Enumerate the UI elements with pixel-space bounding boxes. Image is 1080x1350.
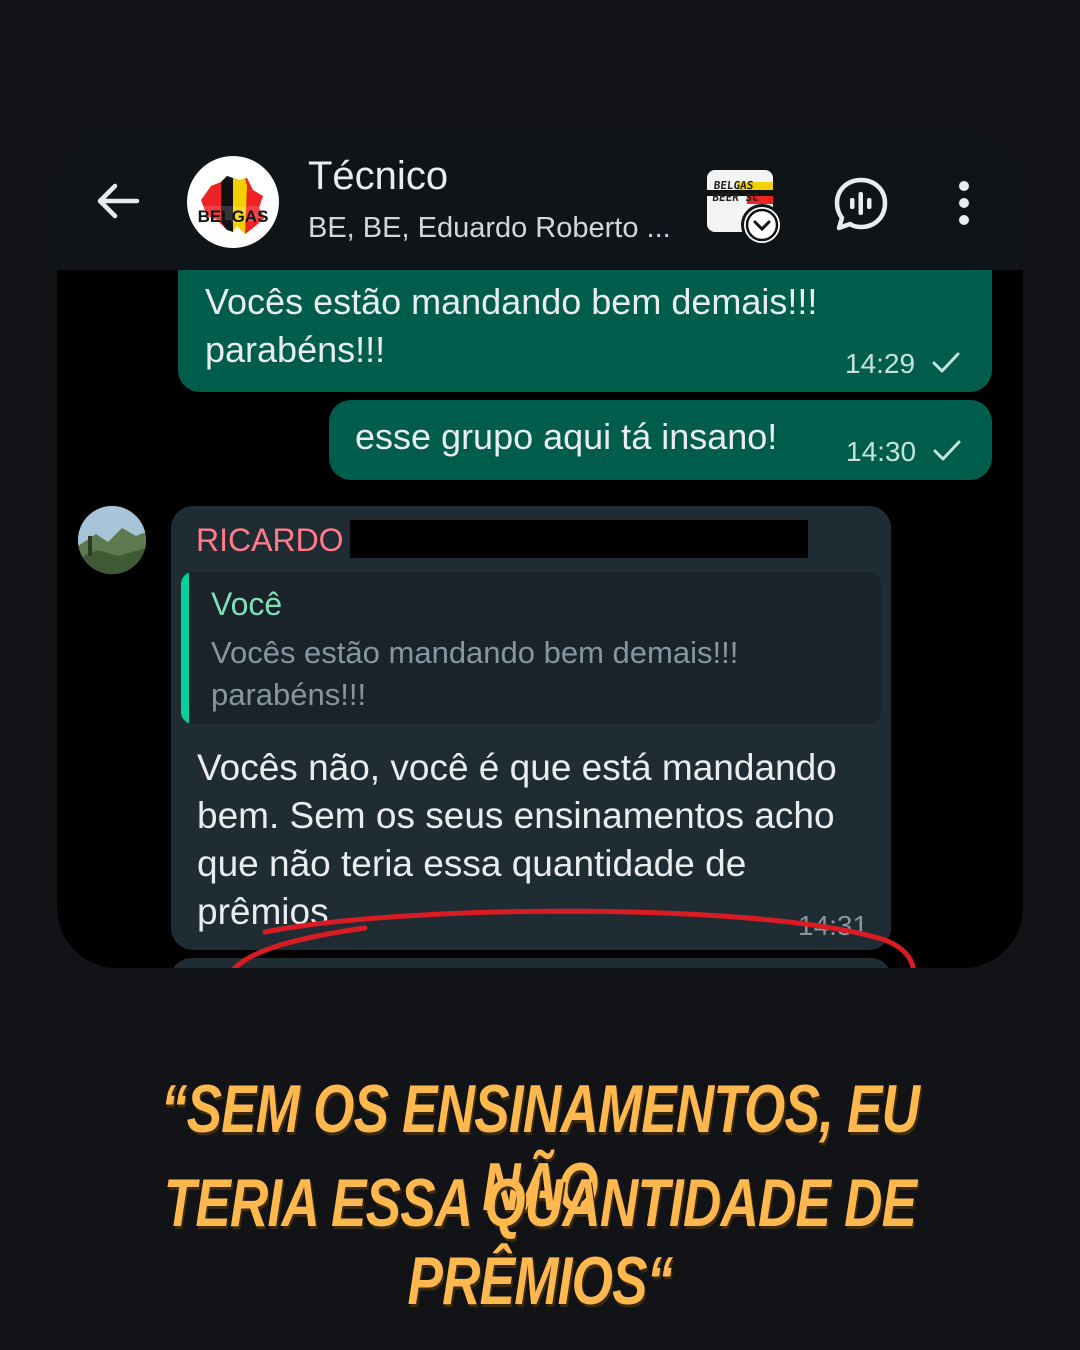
- avatar-logo-text: BELGAS: [198, 207, 269, 226]
- message-meta: 14:29: [845, 348, 961, 380]
- chevron-down-badge[interactable]: [741, 204, 783, 246]
- redacted-surname-bar: [350, 520, 808, 558]
- more-options-icon[interactable]: [949, 178, 979, 228]
- message-text: Vocês estão mandando bem demais!!! parab…: [205, 281, 818, 370]
- message-time: 14:30: [846, 436, 917, 467]
- quote-caption-line2: TERIA ESSA QUANTIDADE DE PRÊMIOS“: [163, 1165, 917, 1319]
- sticker-text: BELGAS BEER SC: [711, 179, 761, 204]
- group-avatar[interactable]: BELGAS: [187, 156, 279, 248]
- incoming-message[interactable]: RICARDO Você Vocês estão mandando bem de…: [171, 506, 891, 950]
- landscape-photo: [78, 506, 146, 574]
- message-time: 14:29: [845, 348, 916, 379]
- chat-title: Técnico: [308, 154, 449, 198]
- single-check-icon: [932, 352, 960, 373]
- quote-text: Vocês estão mandando bem demais!!! parab…: [211, 635, 739, 712]
- chat-participants: BE, BE, Eduardo Roberto ...: [308, 212, 671, 244]
- next-message-peek: [171, 958, 891, 968]
- quote-author: Você: [211, 586, 283, 622]
- message-meta: 14:30: [846, 436, 962, 468]
- sender-name: RICARDO: [196, 522, 344, 558]
- outgoing-message[interactable]: esse grupo aqui tá insano! 14:30: [329, 400, 992, 480]
- sender-avatar[interactable]: [78, 506, 146, 574]
- single-check-icon: [933, 440, 961, 461]
- belgium-map-logo: BELGAS: [198, 176, 269, 234]
- chevron-down-icon: [745, 208, 779, 242]
- message-text: Vocês não, você é que está mandando bem.…: [197, 747, 837, 932]
- outgoing-message[interactable]: Vocês estão mandando bem demais!!! parab…: [178, 270, 992, 392]
- quote-accent-bar: [181, 572, 189, 724]
- message-text: esse grupo aqui tá insano!: [355, 416, 778, 457]
- chat-header: BELGAS Técnico BE, BE, Eduardo Roberto .…: [57, 132, 1023, 270]
- voice-chat-icon[interactable]: [833, 176, 889, 232]
- chat-screen: BELGAS Técnico BE, BE, Eduardo Roberto .…: [57, 132, 1023, 968]
- sticker-text-line2: BEER SC: [711, 191, 760, 204]
- quoted-message[interactable]: Você Vocês estão mandando bem demais!!! …: [181, 572, 881, 724]
- back-arrow-icon[interactable]: [93, 176, 143, 226]
- message-time: 14:31: [798, 910, 869, 941]
